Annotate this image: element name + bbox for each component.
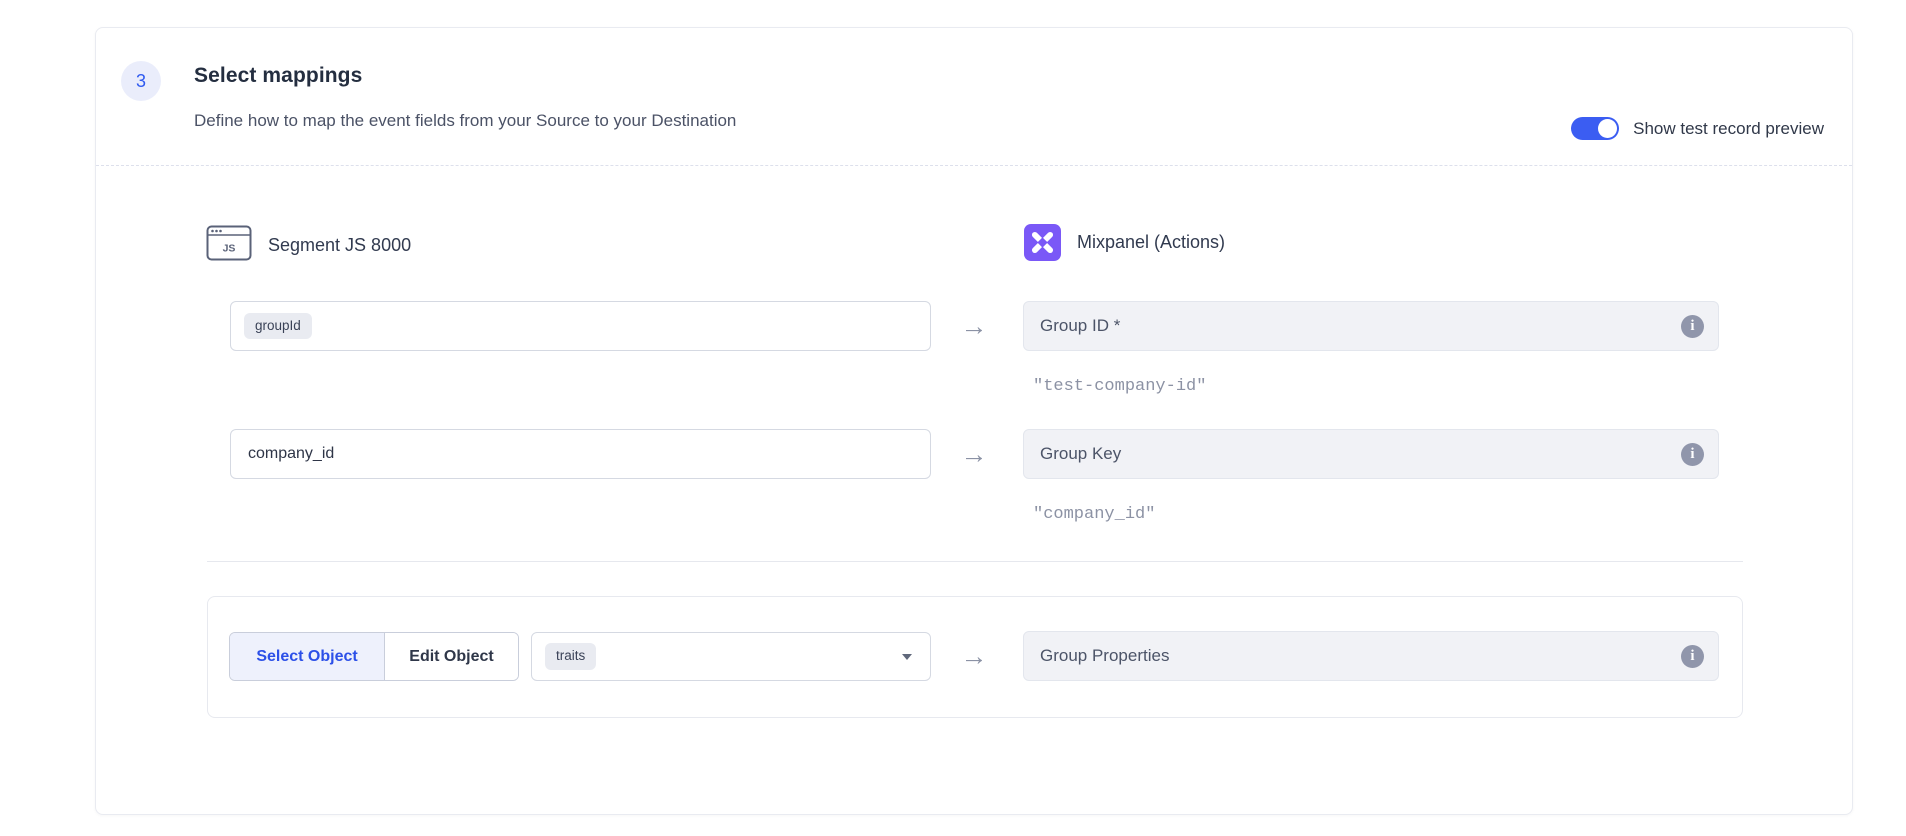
destination-field: Group Key i xyxy=(1023,429,1719,479)
toggle-label: Show test record preview xyxy=(1633,119,1824,139)
test-record-toggle-group: Show test record preview xyxy=(1571,117,1824,140)
browser-js-icon: JS xyxy=(206,224,252,267)
step-number-badge: 3 xyxy=(121,61,161,101)
object-mode-segmented-control: Select Object Edit Object xyxy=(229,632,519,681)
source-field-chip[interactable]: groupId xyxy=(244,313,312,339)
destination-header: Mixpanel (Actions) xyxy=(1024,224,1225,261)
info-icon[interactable]: i xyxy=(1681,315,1704,338)
test-record-preview-value: "company_id" xyxy=(1033,505,1155,524)
card-header: 3 Select mappings Define how to map the … xyxy=(96,28,1852,166)
toggle-knob xyxy=(1598,119,1617,138)
arrow-right-icon: → xyxy=(954,429,994,479)
arrow-right-icon: → xyxy=(954,631,994,681)
mapping-source-input[interactable]: groupId xyxy=(230,301,931,351)
source-header: JS Segment JS 8000 xyxy=(206,224,411,267)
arrow-right-icon: → xyxy=(954,301,994,351)
test-record-preview-value: "test-company-id" xyxy=(1033,377,1206,396)
mapping-source-input[interactable] xyxy=(230,429,931,479)
destination-field-label: Group Key xyxy=(1040,444,1121,464)
source-name: Segment JS 8000 xyxy=(268,235,411,256)
show-test-record-toggle[interactable] xyxy=(1571,117,1619,140)
destination-field-label: Group ID * xyxy=(1040,316,1120,336)
svg-text:JS: JS xyxy=(223,243,236,255)
chevron-down-icon xyxy=(902,654,912,660)
edit-object-button[interactable]: Edit Object xyxy=(385,633,518,680)
select-object-button[interactable]: Select Object xyxy=(230,633,385,680)
select-mappings-card: 3 Select mappings Define how to map the … xyxy=(95,27,1853,815)
mixpanel-icon xyxy=(1024,224,1061,261)
page-title: Select mappings xyxy=(194,64,362,88)
section-divider xyxy=(207,561,1743,562)
destination-name: Mixpanel (Actions) xyxy=(1077,232,1225,253)
object-source-chip[interactable]: traits xyxy=(545,643,596,669)
page-subtitle: Define how to map the event fields from … xyxy=(194,111,736,131)
destination-field-label: Group Properties xyxy=(1040,646,1169,666)
info-icon[interactable]: i xyxy=(1681,443,1704,466)
info-icon[interactable]: i xyxy=(1681,645,1704,668)
destination-field: Group Properties i xyxy=(1023,631,1719,681)
source-field-text-input[interactable] xyxy=(244,445,917,463)
destination-field: Group ID * i xyxy=(1023,301,1719,351)
object-source-dropdown[interactable]: traits xyxy=(531,632,931,681)
